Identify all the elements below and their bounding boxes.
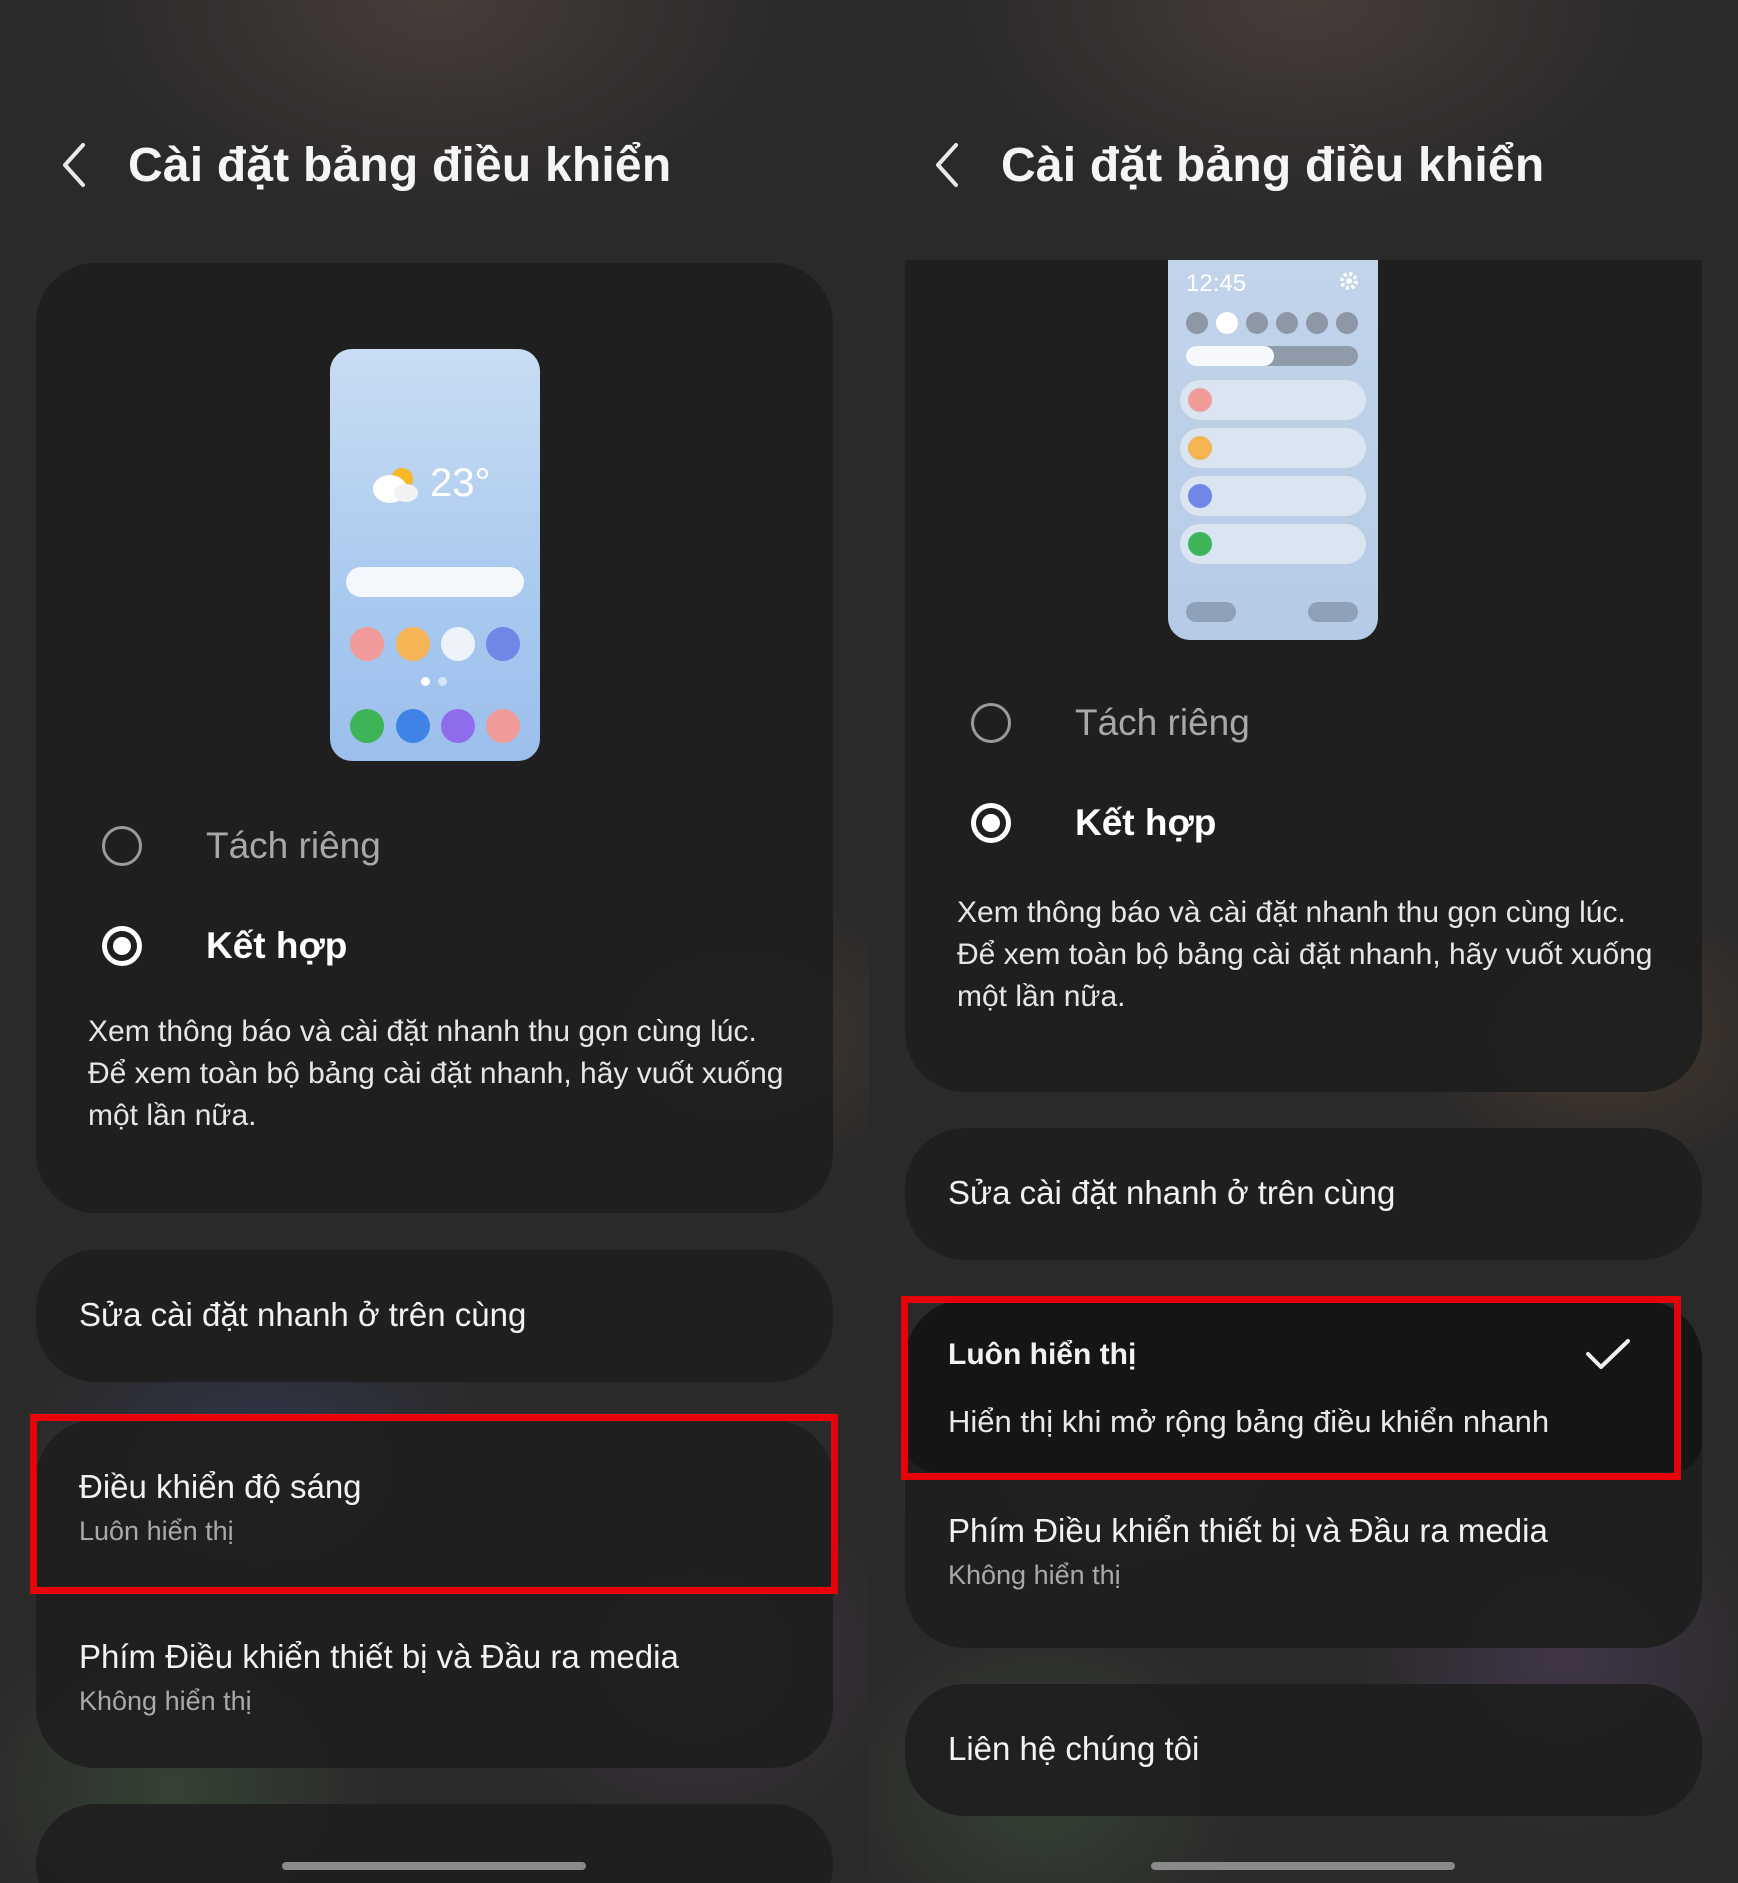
item-subtitle: Không hiển thị (948, 1560, 1121, 1590)
notification-icon (1188, 388, 1212, 412)
page-title: Cài đặt bảng điều khiển (1001, 138, 1545, 192)
option-label: Tách riêng (206, 825, 381, 866)
home-indicator (282, 1862, 586, 1870)
item-title: Sửa cài đặt nhanh ở trên cùng (79, 1296, 527, 1333)
quick-toggle (1306, 312, 1328, 334)
option-label: Kết hợp (206, 925, 348, 966)
edit-quick-settings-item[interactable]: Sửa cài đặt nhanh ở trên cùng (36, 1250, 833, 1382)
quick-toggle (1276, 312, 1298, 334)
contact-us-item[interactable]: Liên hệ chúng tôi (905, 1684, 1702, 1816)
back-icon[interactable] (927, 135, 967, 195)
item-title: Phím Điều khiển thiết bị và Đầu ra media (948, 1512, 1548, 1549)
dock-icon (396, 709, 430, 743)
option-combined[interactable]: Kết hợp (102, 925, 347, 967)
next-item-partial (36, 1804, 833, 1883)
option-description: Xem thông báo và cài đặt nhanh thu gọn c… (957, 896, 1653, 1013)
option-combined[interactable]: Kết hợp (971, 802, 1216, 844)
right-screenshot: Cài đặt bảng điều khiển 12:45 Tách riêng… (869, 0, 1738, 1883)
highlight-box (30, 1414, 838, 1594)
device-control-media-item[interactable]: Phím Điều khiển thiết bị và Đầu ra media… (36, 1590, 833, 1768)
page-indicator (421, 677, 430, 686)
radio-combined[interactable] (102, 926, 142, 966)
search-bar (346, 567, 524, 597)
left-screenshot: Cài đặt bảng điều khiển 23° Tách riêng K… (0, 0, 869, 1883)
app-icon (486, 627, 520, 661)
option-label: Tách riêng (1075, 702, 1250, 743)
highlight-box (901, 1296, 1681, 1480)
back-icon[interactable] (54, 135, 94, 195)
edit-quick-settings-item[interactable]: Sửa cài đặt nhanh ở trên cùng (905, 1128, 1702, 1260)
weather-icon (368, 465, 420, 510)
radio-separate[interactable] (971, 703, 1011, 743)
home-screen-preview: 23° (330, 349, 540, 761)
notification-icon (1188, 532, 1212, 556)
app-icon (396, 627, 430, 661)
item-title: Phím Điều khiển thiết bị và Đầu ra media (79, 1638, 679, 1675)
quick-panel-preview: 12:45 (1168, 260, 1378, 640)
quick-toggle (1336, 312, 1358, 334)
item-title: Liên hệ chúng tôi (948, 1730, 1200, 1767)
option-label: Kết hợp (1075, 802, 1217, 843)
layout-card: 23° Tách riêng Kết hợp Xem thông báo và … (36, 263, 833, 1213)
item-subtitle: Không hiển thị (79, 1686, 252, 1716)
header: Cài đặt bảng điều khiển (54, 130, 671, 200)
radio-combined[interactable] (971, 803, 1011, 843)
item-title: Sửa cài đặt nhanh ở trên cùng (948, 1174, 1396, 1211)
option-separate[interactable]: Tách riêng (102, 825, 381, 867)
gear-icon (1338, 270, 1360, 297)
radio-separate[interactable] (102, 826, 142, 866)
layout-card: 12:45 Tách riêng Kết hợp Xem thông báo v… (905, 260, 1702, 1092)
page-title: Cài đặt bảng điều khiển (128, 138, 672, 192)
device-control-media-item[interactable]: Phím Điều khiển thiết bị và Đầu ra media… (905, 1472, 1702, 1648)
page-indicator (438, 677, 447, 686)
option-description: Xem thông báo và cài đặt nhanh thu gọn c… (88, 1015, 784, 1132)
dock-icon (350, 709, 384, 743)
dock-icon (441, 709, 475, 743)
app-icon (350, 627, 384, 661)
option-separate[interactable]: Tách riêng (971, 702, 1250, 744)
header: Cài đặt bảng điều khiển (927, 130, 1544, 200)
clock-label: 12:45 (1186, 270, 1247, 297)
app-icon (441, 627, 475, 661)
notification-icon (1188, 436, 1212, 460)
home-indicator (1151, 1862, 1455, 1870)
quick-toggle (1246, 312, 1268, 334)
quick-toggle (1216, 312, 1238, 334)
dock-pill (1308, 602, 1358, 622)
brightness-slider-fill (1186, 346, 1274, 366)
dock-pill (1186, 602, 1236, 622)
notification-icon (1188, 484, 1212, 508)
temperature-label: 23° (430, 461, 491, 505)
dock-icon (486, 709, 520, 743)
quick-toggle (1186, 312, 1208, 334)
